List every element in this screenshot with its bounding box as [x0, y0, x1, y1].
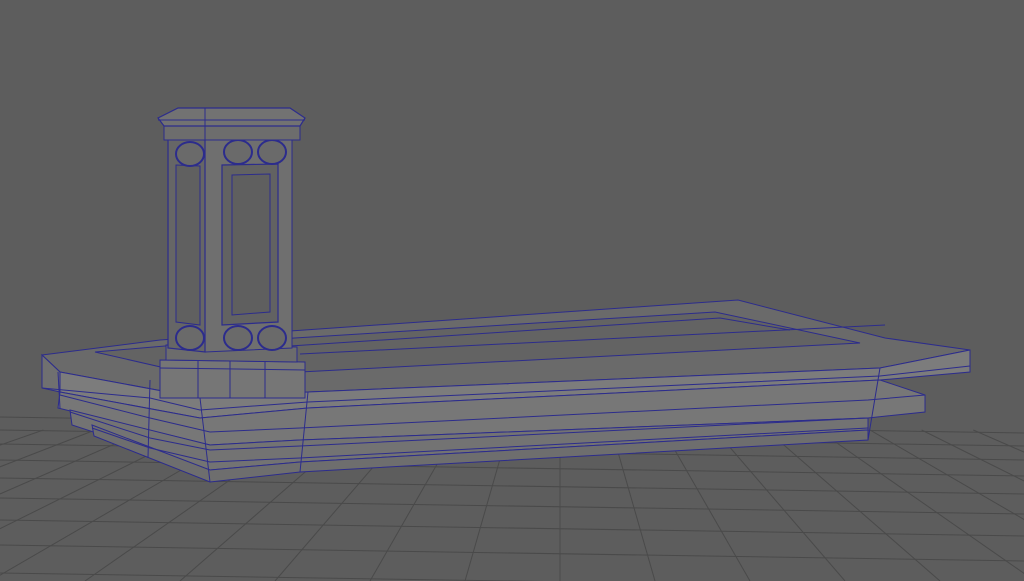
- pillar-ornament-top-mid: [223, 139, 253, 165]
- grid-line: [0, 497, 1024, 515]
- pillar-ornament-top-left: [175, 141, 205, 167]
- grid-line: [921, 429, 1024, 482]
- viewport-3d[interactable]: [0, 0, 1024, 581]
- grid-line: [0, 572, 545, 581]
- pillar-capital-top: [157, 107, 306, 127]
- grid-line: [662, 429, 751, 581]
- grid-line: [973, 429, 1024, 453]
- grid-line: [0, 459, 1024, 477]
- grid-line: [0, 429, 147, 495]
- pillar-ornament-bottom-right: [257, 325, 287, 351]
- pillar-ornament-top-right: [257, 139, 287, 165]
- scene-canvas[interactable]: [0, 0, 1024, 581]
- grid-line: [0, 544, 1024, 562]
- pillar-ornament-bottom-left: [175, 325, 205, 351]
- grid-line: [869, 429, 1024, 521]
- pillar-side-recess: [175, 164, 201, 326]
- pillar-model[interactable]: [157, 107, 306, 399]
- pillar-base-block: [159, 359, 306, 399]
- pillar-ornament-bottom-mid: [223, 325, 253, 351]
- grid-line: [714, 429, 846, 581]
